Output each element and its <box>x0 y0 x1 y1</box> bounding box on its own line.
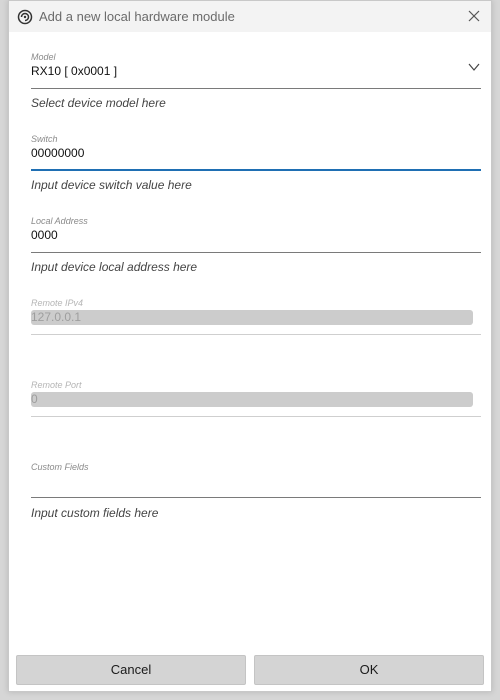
spiral-icon <box>17 9 33 25</box>
dialog-window: Add a new local hardware module Model RX… <box>8 0 492 692</box>
model-value[interactable]: RX10 [ 0x0001 ] <box>31 64 481 78</box>
close-icon[interactable] <box>463 5 485 27</box>
remote-port-label: Remote Port <box>31 380 82 390</box>
local-address-helper-text: Input device local address here <box>31 260 198 274</box>
cancel-button[interactable]: Cancel <box>16 655 246 685</box>
model-select[interactable]: Model RX10 [ 0x0001 ] <box>31 52 481 89</box>
custom-fields-helper-text: Input custom fields here <box>31 506 159 520</box>
remote-port-underline <box>31 416 481 417</box>
local-address-label: Local Address <box>31 216 88 226</box>
switch-underline <box>31 169 481 171</box>
local-address-underline <box>31 252 481 253</box>
local-address-field[interactable]: Local Address 0000 <box>31 216 481 253</box>
window-title: Add a new local hardware module <box>39 9 235 24</box>
remote-port-field: Remote Port 0 <box>31 380 481 417</box>
remote-port-input: 0 <box>31 392 473 407</box>
remote-ipv4-underline <box>31 334 481 335</box>
custom-fields-label: Custom Fields <box>31 462 89 472</box>
title-bar: Add a new local hardware module <box>9 1 491 32</box>
local-address-input[interactable]: 0000 <box>31 228 481 242</box>
custom-fields-field[interactable]: Custom Fields <box>31 462 481 498</box>
model-label: Model <box>31 52 56 62</box>
model-underline <box>31 88 481 89</box>
custom-fields-underline <box>31 497 481 498</box>
chevron-down-icon[interactable] <box>467 60 481 74</box>
remote-ipv4-label: Remote IPv4 <box>31 298 84 308</box>
switch-label: Switch <box>31 134 58 144</box>
model-helper-text: Select device model here <box>31 96 166 110</box>
remote-ipv4-field: Remote IPv4 127.0.0.1 <box>31 298 481 335</box>
switch-helper-text: Input device switch value here <box>31 178 192 192</box>
remote-ipv4-input: 127.0.0.1 <box>31 310 473 325</box>
switch-input[interactable]: 00000000 <box>31 146 481 160</box>
switch-field[interactable]: Switch 00000000 <box>31 134 481 171</box>
ok-button[interactable]: OK <box>254 655 484 685</box>
